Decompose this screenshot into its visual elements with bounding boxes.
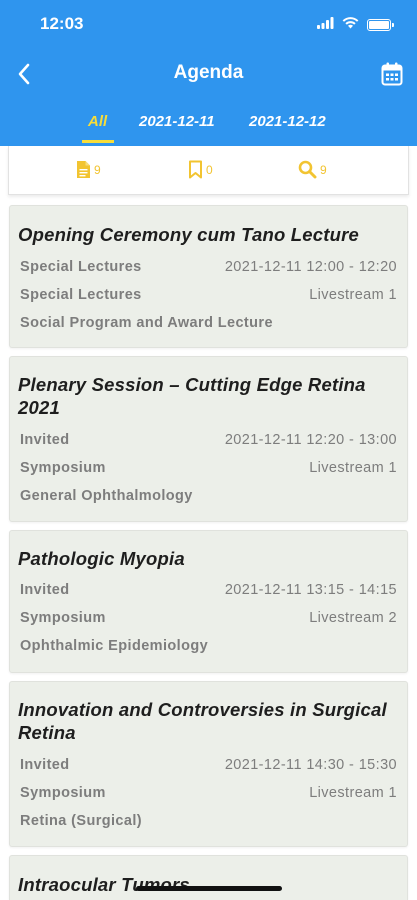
session-row-topic: Ophthalmic Epidemiology (20, 638, 397, 658)
session-type: Invited (20, 432, 70, 448)
status-bar: 12:03 (0, 0, 417, 50)
session-card[interactable]: Intraocular Tumors (9, 855, 408, 900)
tab-2021-12-11[interactable]: 2021-12-11 (139, 113, 215, 130)
session-venue: Livestream 1 (309, 785, 397, 801)
session-title: Pathologic Myopia (18, 548, 185, 569)
session-topic: Ophthalmic Epidemiology (20, 638, 209, 654)
session-title: Plenary Session – Cutting Edge Retina 20… (18, 374, 366, 418)
session-venue: Livestream 1 (309, 287, 397, 303)
home-indicator[interactable] (136, 886, 282, 891)
session-category: Symposium (20, 460, 106, 476)
session-card[interactable]: Plenary Session – Cutting Edge Retina 20… (9, 356, 408, 522)
search-count[interactable]: 9 (298, 160, 327, 179)
session-row-type: Invited 2021-12-11 12:20 - 13:00 (20, 432, 397, 452)
app-header: 12:03 Agenda All 2021-12-11 2021-12-12 (0, 0, 417, 146)
session-title: Opening Ceremony cum Tano Lecture (18, 224, 360, 245)
session-category: Symposium (20, 610, 106, 626)
session-row-type: Invited 2021-12-11 13:15 - 14:15 (20, 582, 397, 602)
session-topic: General Ophthalmology (20, 488, 193, 504)
calendar-icon (381, 62, 403, 86)
session-venue: Livestream 2 (309, 610, 397, 626)
status-icons (317, 16, 394, 34)
session-type: Invited (20, 582, 70, 598)
status-time: 12:03 (40, 14, 84, 33)
session-datetime: 2021-12-11 14:30 - 15:30 (224, 757, 397, 773)
session-card[interactable]: Pathologic Myopia Invited 2021-12-11 13:… (9, 530, 408, 673)
search-icon (298, 160, 317, 179)
session-card[interactable]: Opening Ceremony cum Tano Lecture Specia… (9, 205, 408, 348)
session-card[interactable]: Innovation and Controversies in Surgical… (9, 681, 408, 847)
search-count-value: 9 (320, 162, 327, 177)
session-datetime: 2021-12-11 12:00 - 12:20 (224, 259, 397, 275)
session-row-category: Symposium Livestream 1 (20, 460, 397, 480)
page-title: Agenda (173, 62, 244, 83)
session-row-topic: General Ophthalmology (20, 488, 397, 508)
documents-count[interactable]: 9 (76, 160, 101, 179)
session-datetime: 2021-12-11 12:20 - 13:00 (224, 432, 397, 448)
session-row-topic: Social Program and Award Lecture (20, 315, 397, 335)
session-venue: Livestream 1 (309, 460, 397, 476)
signal-icon (317, 16, 334, 34)
session-row-type: Special Lectures 2021-12-11 12:00 - 12:2… (20, 259, 397, 279)
calendar-button[interactable] (379, 60, 405, 88)
session-row-type: Invited 2021-12-11 14:30 - 15:30 (20, 757, 397, 777)
tab-2021-12-12[interactable]: 2021-12-12 (249, 113, 326, 130)
bookmark-icon (189, 160, 202, 179)
bookmarks-count[interactable]: 0 (188, 160, 213, 179)
documents-count-value: 9 (94, 162, 101, 177)
session-category: Special Lectures (20, 287, 142, 303)
session-type: Invited (20, 757, 70, 773)
session-row-category: Symposium Livestream 2 (20, 610, 397, 630)
session-row-category: Special Lectures Livestream 1 (20, 287, 397, 307)
session-datetime: 2021-12-11 13:15 - 14:15 (224, 582, 397, 598)
session-type: Special Lectures (20, 259, 142, 275)
wifi-icon (342, 16, 359, 34)
session-topic: Retina (Surgical) (20, 813, 143, 829)
session-topic: Social Program and Award Lecture (20, 315, 273, 331)
battery-icon (367, 19, 394, 31)
session-title: Intraocular Tumors (18, 874, 190, 895)
active-tab-indicator (82, 140, 114, 143)
counts-bar: 9 0 9 (8, 146, 409, 195)
session-category: Symposium (20, 785, 106, 801)
document-icon (77, 161, 90, 178)
session-row-topic: Retina (Surgical) (20, 813, 397, 833)
tab-all[interactable]: All (88, 113, 107, 130)
date-tabs: All 2021-12-11 2021-12-12 (0, 113, 417, 135)
bookmarks-count-value: 0 (206, 162, 213, 177)
session-title: Innovation and Controversies in Surgical… (18, 699, 387, 743)
session-row-category: Symposium Livestream 1 (20, 785, 397, 805)
